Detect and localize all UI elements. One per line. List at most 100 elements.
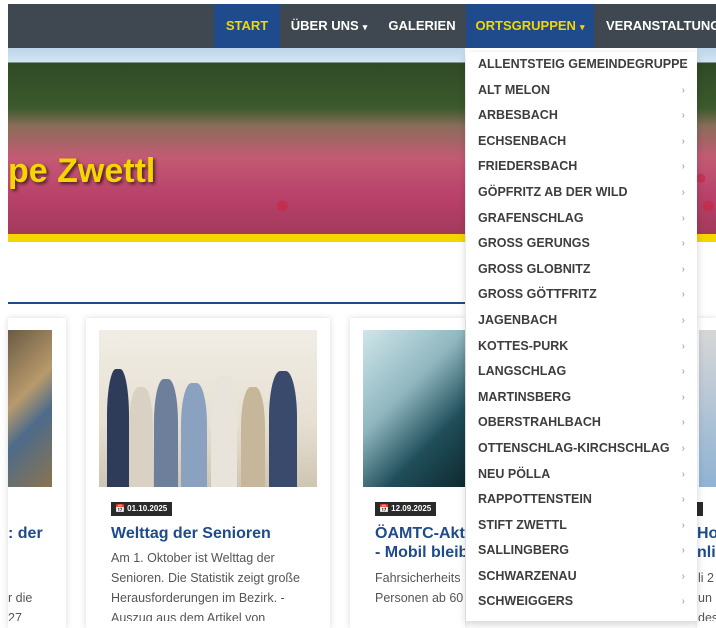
menu-item-gross-goettfritz[interactable]: GROSS GÖTTFRITZ › [466,282,697,308]
menu-item-label: FRIEDERSBACH [478,159,578,174]
nav-ueber-uns[interactable]: ÜBER UNS ▾ [280,4,378,48]
nav-ortsgruppen[interactable]: ORTSGRUPPEN ▾ [466,4,594,48]
menu-item-arbesbach[interactable]: ARBESBACH › [466,103,697,129]
menu-item-echsenbach[interactable]: ECHSENBACH › [466,129,697,155]
nav-veranstaltungen[interactable]: VERANSTALTUNGE [594,4,716,48]
menu-item-label: JAGENBACH [478,312,558,327]
photo-person [129,387,153,487]
chevron-right-icon: › [681,84,685,96]
date-badge [697,502,703,516]
chevron-right-icon: › [681,494,685,506]
chevron-right-icon: › [681,186,685,198]
news-excerpt-oeamtc: Fahrsicherheits Personen ab 60 [375,571,464,605]
news-photo-left[interactable] [8,330,52,487]
news-excerpt-left: r die 27 [8,591,33,621]
chevron-right-icon: › [681,238,685,250]
nav-ortsgruppen-label: ORTSGRUPPEN [475,18,576,33]
chevron-right-icon: › [681,212,685,224]
news-title-left[interactable]: : der [8,524,44,543]
news-title-far-right[interactable]: Hor nli [697,524,716,562]
caret-down-icon: ▾ [579,22,585,32]
menu-item-label: OTTENSCHLAG-KIRCHSCHLAG [478,440,670,455]
menu-item-ottenschlag[interactable]: OTTENSCHLAG-KIRCHSCHLAG › [466,436,697,462]
photo-person [154,379,178,487]
menu-item-langschlag[interactable]: LANGSCHLAG › [466,359,697,385]
hero-accent-bar [8,234,465,242]
menu-item-stift-zwettl[interactable]: STIFT ZWETTL › [466,513,697,539]
nav-galerien[interactable]: GALERIEN [378,4,466,48]
menu-item-gross-globnitz[interactable]: GROSS GLOBNITZ › [466,257,697,283]
menu-item-label: RAPPOTTENSTEIN [478,492,592,507]
hero-banner: pe Zwettl [8,48,465,234]
chevron-right-icon: › [681,391,685,403]
ortsgruppen-dropdown-menu: ALLENTSTEIG GEMEINDEGRUPPE › ALT MELON › A… [466,52,697,621]
menu-item-label: GROSS GÖTTFRITZ [478,287,597,302]
photo-person [211,375,237,487]
menu-item-kottes-purk[interactable]: KOTTES-PURK › [466,334,697,360]
chevron-right-icon: › [681,314,685,326]
menu-item-rappottenstein[interactable]: RAPPOTTENSTEIN › [466,487,697,513]
hero-banner-right [697,48,716,234]
menu-item-alt-melon[interactable]: ALT MELON › [466,78,697,104]
section-divider [8,302,465,304]
chevron-right-icon: › [681,545,685,557]
menu-item-label: GROSS GERUNGS [478,236,590,251]
menu-item-label: MARTINSBERG [478,389,572,404]
hero-title: pe Zwettl [8,152,156,190]
menu-item-sallingberg[interactable]: SALLINGBERG › [466,538,697,564]
menu-item-allentsteig[interactable]: ALLENTSTEIG GEMEINDEGRUPPE › [466,52,697,78]
menu-item-label: ALT MELON [478,82,550,97]
menu-item-jagenbach[interactable]: JAGENBACH › [466,308,697,334]
chevron-right-icon: › [681,570,685,582]
menu-item-label: GROSS GLOBNITZ [478,261,591,276]
chevron-right-icon: › [681,519,685,531]
menu-item-gross-gerungs[interactable]: GROSS GERUNGS › [466,231,697,257]
menu-item-neu-poella[interactable]: NEU PÖLLA › [466,462,697,488]
news-excerpt-far-right: li 2 un des [698,571,716,621]
chevron-right-icon: › [681,59,685,70]
menu-item-label: NEU PÖLLA [478,466,551,481]
chevron-right-icon: › [681,161,685,173]
news-title-senioren[interactable]: Welttag der Senioren [111,524,317,543]
news-photo-oeamtc[interactable] [363,330,465,487]
photo-person [181,383,207,487]
menu-item-grafenschlag[interactable]: GRAFENSCHLAG › [466,206,697,232]
chevron-right-icon: › [681,596,685,608]
menu-item-label: KOTTES-PURK [478,338,569,353]
chevron-right-icon: › [681,289,685,301]
menu-item-oberstrahlbach[interactable]: OBERSTRAHLBACH › [466,410,697,436]
hero-accent-bar-right [697,234,716,242]
menu-item-schwarzenau[interactable]: SCHWARZENAU › [466,564,697,590]
chevron-right-icon: › [681,340,685,352]
chevron-right-icon: › [681,417,685,429]
hero-image [8,48,465,234]
menu-item-label: SCHWARZENAU [478,568,577,583]
menu-item-label: SALLINGBERG [478,543,569,558]
chevron-right-icon: › [681,366,685,378]
chevron-right-icon: › [681,263,685,275]
menu-item-label: SCHWEIGGERS [478,594,574,609]
menu-item-label: GRAFENSCHLAG [478,210,584,225]
menu-item-label: LANGSCHLAG [478,364,567,379]
nav-ueber-uns-label: ÜBER UNS [290,18,359,33]
menu-item-label: ARBESBACH [478,108,558,123]
nav-start[interactable]: START [214,4,280,48]
menu-item-label: GÖPFRITZ AB DER WILD [478,184,628,199]
menu-item-martinsberg[interactable]: MARTINSBERG › [466,385,697,411]
news-excerpt-senioren: Am 1. Oktober ist Welttag der Senioren. … [111,551,300,621]
menu-item-label: ALLENTSTEIG GEMEINDEGRUPPE [478,57,688,71]
news-title-oeamtc[interactable]: ÖAMTC-Akti - Mobil bleib [375,524,465,562]
chevron-right-icon: › [681,468,685,480]
date-badge: 📅 12.09.2025 [375,502,437,516]
menu-item-label: STIFT ZWETTL [478,517,567,532]
chevron-right-icon: › [681,442,685,454]
caret-down-icon: ▾ [362,22,368,32]
date-badge: 📅 01.10.2025 [111,502,173,516]
menu-item-friedersbach[interactable]: FRIEDERSBACH › [466,154,697,180]
news-photo-senioren[interactable] [99,330,317,487]
news-photo-far-right[interactable] [699,330,716,487]
photo-person [269,371,297,487]
menu-item-goepfritz[interactable]: GÖPFRITZ AB DER WILD › [466,180,697,206]
menu-item-label: ECHSENBACH [478,133,567,148]
menu-item-schweiggers[interactable]: SCHWEIGGERS › [466,589,697,615]
